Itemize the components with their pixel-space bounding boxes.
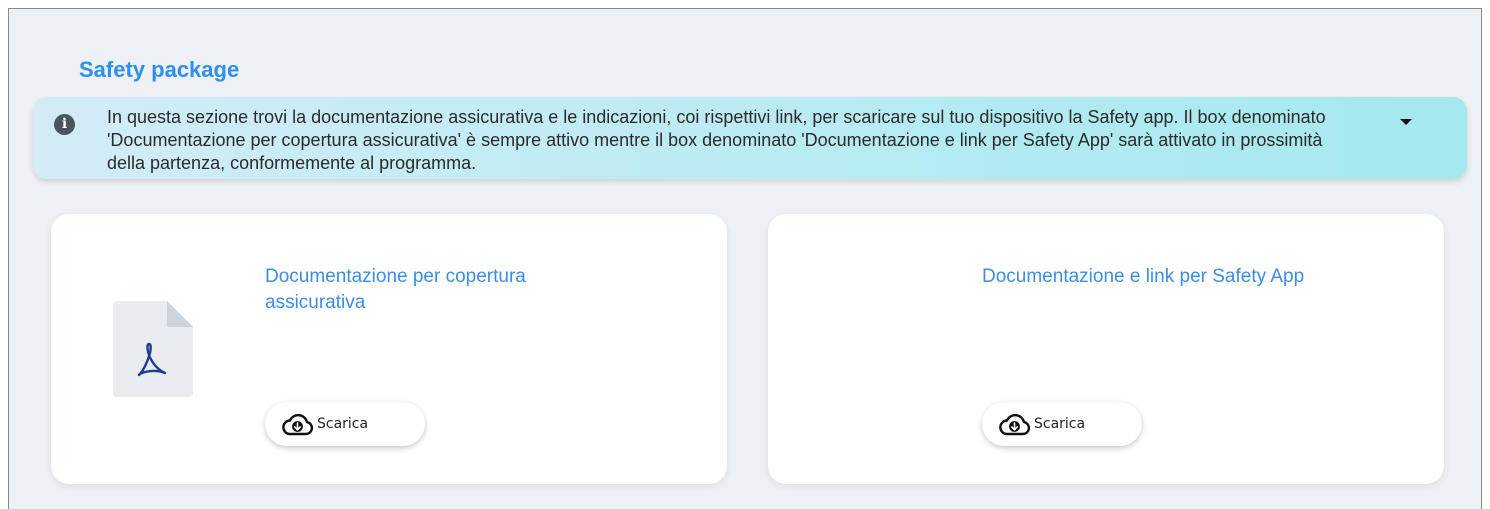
section-title: Safety package: [79, 57, 240, 82]
info-icon: i: [54, 114, 75, 135]
caret-down-icon: [1400, 119, 1412, 125]
pdf-file-icon: [113, 301, 193, 397]
cloud-download-icon: [999, 413, 1030, 436]
download-button-label: Scarica: [1034, 416, 1086, 432]
safety-package-panel: Safety package i In questa sezione trovi…: [8, 8, 1482, 509]
card-title[interactable]: Documentazione per copertura assicurativ…: [265, 264, 625, 316]
expand-info-button[interactable]: [1389, 111, 1425, 135]
download-button[interactable]: Scarica: [265, 402, 425, 446]
safety-app-card: Documentazione e link per Safety App Sca…: [768, 214, 1444, 484]
download-button-label: Scarica: [317, 416, 369, 432]
info-text: In questa sezione trovi la documentazion…: [107, 107, 1326, 173]
info-banner: i In questa sezione trovi la documentazi…: [33, 97, 1467, 179]
insurance-docs-card: Documentazione per copertura assicurativ…: [51, 214, 727, 484]
card-title[interactable]: Documentazione e link per Safety App: [982, 264, 1362, 290]
download-button[interactable]: Scarica: [982, 402, 1142, 446]
cloud-download-icon: [282, 413, 313, 436]
